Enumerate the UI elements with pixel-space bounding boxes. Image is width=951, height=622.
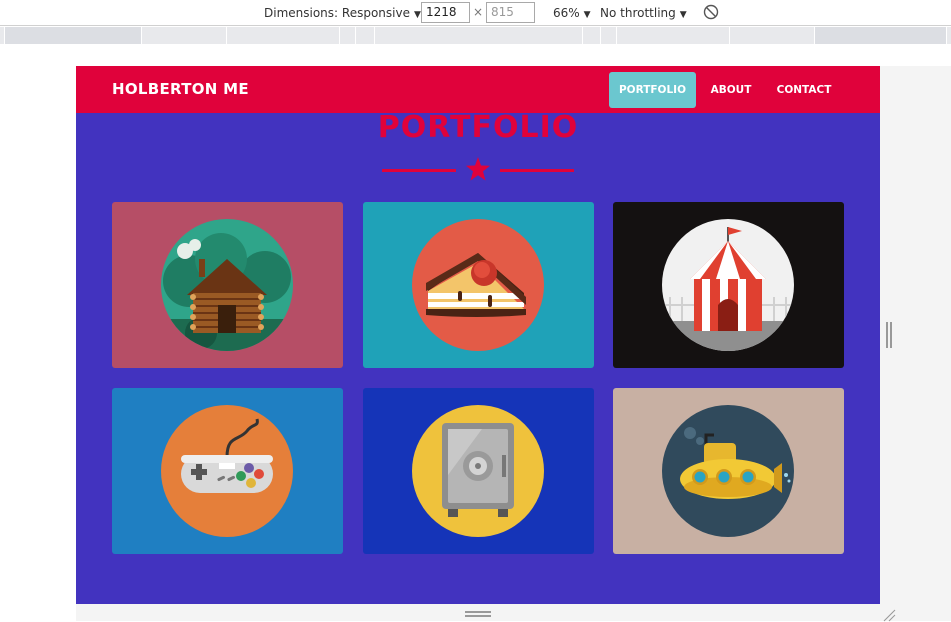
media-query-bar[interactable] — [0, 27, 951, 44]
brand-logo[interactable]: HOLBERTON ME — [112, 80, 249, 98]
cake-slice-icon — [412, 219, 544, 351]
log-cabin-icon — [161, 219, 293, 351]
portfolio-card[interactable] — [613, 388, 844, 554]
throttling-dropdown[interactable]: No throttling ▼ — [600, 5, 687, 23]
resize-handle-right[interactable] — [886, 322, 892, 348]
portfolio-card[interactable] — [112, 202, 343, 368]
ruler-divider — [141, 27, 142, 44]
section-title: PORTFOLIO — [377, 110, 579, 145]
ruler-divider — [616, 27, 617, 44]
page-viewport: HOLBERTON ME PORTFOLIO ABOUT CONTACT POR… — [76, 66, 880, 604]
dimensions-dropdown[interactable]: Dimensions: Responsive ▼ — [264, 5, 421, 23]
star-icon — [466, 157, 490, 181]
dimensions-label: Dimensions: Responsive — [264, 6, 410, 20]
nav-about[interactable]: ABOUT — [703, 72, 759, 108]
portfolio-card[interactable] — [363, 202, 594, 368]
ruler-divider — [729, 27, 730, 44]
ruler-divider — [814, 27, 815, 44]
times-icon: × — [473, 5, 484, 19]
divider-line — [382, 169, 456, 172]
portfolio-card[interactable] — [112, 388, 343, 554]
zoom-label: 66% — [553, 6, 580, 20]
rotate-icon[interactable] — [703, 4, 719, 20]
devtools-toolbar: Dimensions: Responsive ▼ 1218 × 815 66% ▼ … — [0, 0, 951, 26]
safe-icon — [412, 405, 544, 537]
width-input[interactable]: 1218 — [421, 2, 470, 23]
circus-tent-icon — [662, 219, 794, 351]
throttling-label: No throttling — [600, 6, 676, 20]
media-query-band[interactable] — [815, 27, 946, 44]
chevron-down-icon: ▼ — [679, 10, 687, 20]
site-navbar: HOLBERTON ME PORTFOLIO ABOUT CONTACT — [76, 66, 880, 113]
device-emulation-area: HOLBERTON ME PORTFOLIO ABOUT CONTACT POR… — [0, 44, 951, 622]
divider-line — [500, 169, 574, 172]
media-query-band[interactable] — [5, 27, 141, 44]
ruler-divider — [600, 27, 601, 44]
portfolio-card[interactable] — [613, 202, 844, 368]
ruler-divider — [355, 27, 356, 44]
submarine-icon — [662, 405, 794, 537]
ruler-divider — [946, 27, 947, 44]
chevron-down-icon: ▼ — [583, 10, 591, 20]
ruler-divider — [226, 27, 227, 44]
ruler-divider — [4, 27, 5, 44]
game-controller-icon — [161, 405, 293, 537]
chevron-down-icon: ▼ — [413, 10, 421, 20]
height-input[interactable]: 815 — [486, 2, 535, 23]
resize-handle-bottom[interactable] — [465, 611, 491, 617]
ruler-divider — [339, 27, 340, 44]
nav-contact[interactable]: CONTACT — [770, 72, 838, 108]
zoom-dropdown[interactable]: 66% ▼ — [553, 5, 591, 23]
nav-portfolio[interactable]: PORTFOLIO — [609, 72, 696, 108]
portfolio-card[interactable] — [363, 388, 594, 554]
resize-corner-icon[interactable] — [880, 606, 896, 622]
ruler-divider — [582, 27, 583, 44]
ruler-divider — [374, 27, 375, 44]
